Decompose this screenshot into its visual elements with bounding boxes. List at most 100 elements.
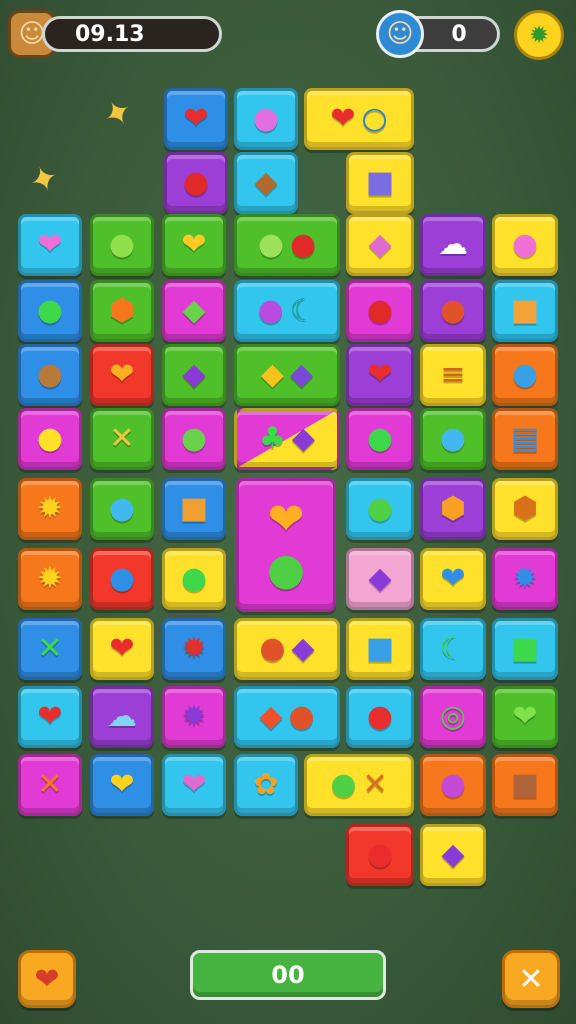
tile-ball[interactable]: ● xyxy=(162,408,226,470)
tile-heart[interactable]: ❤ xyxy=(162,754,226,816)
tile-slash[interactable]: ■ xyxy=(492,754,558,816)
tile-heart[interactable]: ❤ xyxy=(18,214,82,276)
tile-broccoli-eggplant[interactable]: ♣ ◆ xyxy=(234,408,340,470)
tile-balloon[interactable]: ● xyxy=(18,280,82,342)
ball-icon: ● xyxy=(180,561,208,596)
tile-lollipop[interactable]: ● xyxy=(234,88,298,150)
tile-candy[interactable]: ● xyxy=(492,344,558,406)
tile-face[interactable]: ● xyxy=(346,478,414,540)
apple-icon: ● xyxy=(182,165,210,200)
tile-face[interactable]: ● xyxy=(420,408,486,470)
tile-heart[interactable]: ❤ xyxy=(90,618,154,680)
tile-sun[interactable]: ✹ xyxy=(18,478,82,540)
cloud-icon: ☁ xyxy=(107,699,137,734)
tile-sun[interactable]: ✹ xyxy=(18,548,82,610)
tile-heart[interactable]: ❤ xyxy=(164,88,228,150)
tile-book[interactable]: ■ xyxy=(492,618,558,680)
tile-heart[interactable]: ❤ xyxy=(420,548,486,610)
apple-icon: ● xyxy=(366,837,394,872)
tile-ring[interactable]: ◎ xyxy=(420,686,486,748)
tile-heart[interactable]: ❤ xyxy=(18,686,82,748)
tile-cross[interactable]: ✕ xyxy=(18,618,82,680)
tile-flower[interactable]: ✿ xyxy=(234,754,298,816)
robot-icon: ■ xyxy=(365,631,395,666)
tile-cookie[interactable]: ◆ xyxy=(234,152,298,214)
leaf-icon: ● xyxy=(330,767,357,802)
settings-button[interactable]: ✹ xyxy=(514,10,564,60)
tile-horn[interactable]: ◆ xyxy=(420,824,486,886)
leaf-icon: ◆ xyxy=(182,293,206,328)
tile-heart[interactable]: ❤ xyxy=(90,344,154,406)
tile-apple-feather[interactable]: ● ◆ xyxy=(234,618,340,680)
candy-icon: ■ xyxy=(365,165,395,200)
opponent-avatar[interactable]: ☺ xyxy=(376,10,424,58)
tile-eggplant[interactable]: ◆ xyxy=(162,344,226,406)
tile-cloud[interactable]: ☁ xyxy=(90,686,154,748)
tile-feather[interactable]: ◆ xyxy=(346,548,414,610)
tile-ball[interactable]: ● xyxy=(90,548,154,610)
tile-face[interactable]: ⬢ xyxy=(90,280,154,342)
broccoli-icon: ♣ xyxy=(259,421,286,456)
tile-face[interactable]: ● xyxy=(492,214,558,276)
tile-apple[interactable]: ● xyxy=(164,152,228,214)
face-icon: ● xyxy=(366,491,394,526)
tile-list[interactable]: ▤ xyxy=(492,408,558,470)
tile-leaf-cross[interactable]: ● ✕ xyxy=(304,754,414,816)
hint-button[interactable]: ❤ xyxy=(18,950,76,1008)
heart-icon: ❤ xyxy=(37,227,63,262)
list-icon: ▤ xyxy=(510,421,540,456)
tile-face[interactable]: ⬢ xyxy=(492,478,558,540)
tile-apple[interactable]: ● xyxy=(346,280,414,342)
face-icon: ● xyxy=(439,767,467,802)
face-icon: ⬢ xyxy=(439,491,467,526)
rocket-icon: ◆ xyxy=(259,699,283,734)
tile-leaf-apple[interactable]: ● ● xyxy=(234,214,340,276)
tile-gift[interactable]: ◆ xyxy=(346,214,414,276)
tile-cloud[interactable]: ☁ xyxy=(420,214,486,276)
heart-icon: ❤ xyxy=(367,357,393,392)
tile-face[interactable]: ● xyxy=(90,478,154,540)
tile-heart[interactable]: ❤ xyxy=(492,686,558,748)
ball-icon: ● xyxy=(366,421,394,456)
tile-ball[interactable]: ● xyxy=(162,548,226,610)
tile-face[interactable]: ● xyxy=(18,408,82,470)
tile-ball[interactable]: ● xyxy=(346,408,414,470)
tile-candy[interactable]: ■ xyxy=(346,152,414,214)
tile-leaf[interactable]: ● xyxy=(90,214,154,276)
heart-icon: ❤ xyxy=(181,227,207,262)
heart-icon: ❤ xyxy=(37,699,63,734)
tile-face[interactable]: ● xyxy=(420,754,486,816)
tile-toast[interactable]: ■ xyxy=(162,478,226,540)
close-button[interactable]: ✕ xyxy=(502,950,560,1008)
progress-bar: 00 xyxy=(190,950,386,1000)
splat-icon: ✹ xyxy=(181,699,207,734)
tile-splat[interactable]: ✹ xyxy=(162,686,226,748)
tile-face[interactable]: ● xyxy=(18,344,82,406)
progress-label: 00 xyxy=(271,961,305,989)
face-icon: ● xyxy=(108,491,136,526)
tile-heart[interactable]: ❤ xyxy=(346,344,414,406)
tile-heart-magnifier[interactable]: ❤ ○ xyxy=(304,88,414,150)
book-icon: ■ xyxy=(510,631,540,666)
tile-rocket-strawberry[interactable]: ◆ ● xyxy=(234,686,340,748)
tile-heart[interactable]: ❤ xyxy=(90,754,154,816)
tile-banana-feather[interactable]: ◆ ◆ xyxy=(234,344,340,406)
tile-virus[interactable]: ✹ xyxy=(162,618,226,680)
tile-heart-face[interactable]: ❤ ● xyxy=(236,478,336,612)
flower-icon: ✿ xyxy=(253,767,279,802)
tile-banana[interactable]: ☾ xyxy=(420,618,486,680)
tile-apple[interactable]: ● xyxy=(346,686,414,748)
tile-candy[interactable]: ● xyxy=(420,280,486,342)
tile-lollipop-moon[interactable]: ● ☾ xyxy=(234,280,340,342)
tile-cross[interactable]: ✕ xyxy=(90,408,154,470)
tile-fries[interactable]: ■ xyxy=(492,280,558,342)
tile-gear[interactable]: ✹ xyxy=(492,548,558,610)
tile-burger[interactable]: ≡ xyxy=(420,344,486,406)
tile-robot[interactable]: ■ xyxy=(346,618,414,680)
tile-leaf[interactable]: ◆ xyxy=(162,280,226,342)
tile-cross[interactable]: ✕ xyxy=(18,754,82,816)
heart-icon: ❤ xyxy=(34,961,60,997)
tile-heart[interactable]: ❤ xyxy=(162,214,226,276)
tile-apple[interactable]: ● xyxy=(346,824,414,886)
tile-face[interactable]: ⬢ xyxy=(420,478,486,540)
